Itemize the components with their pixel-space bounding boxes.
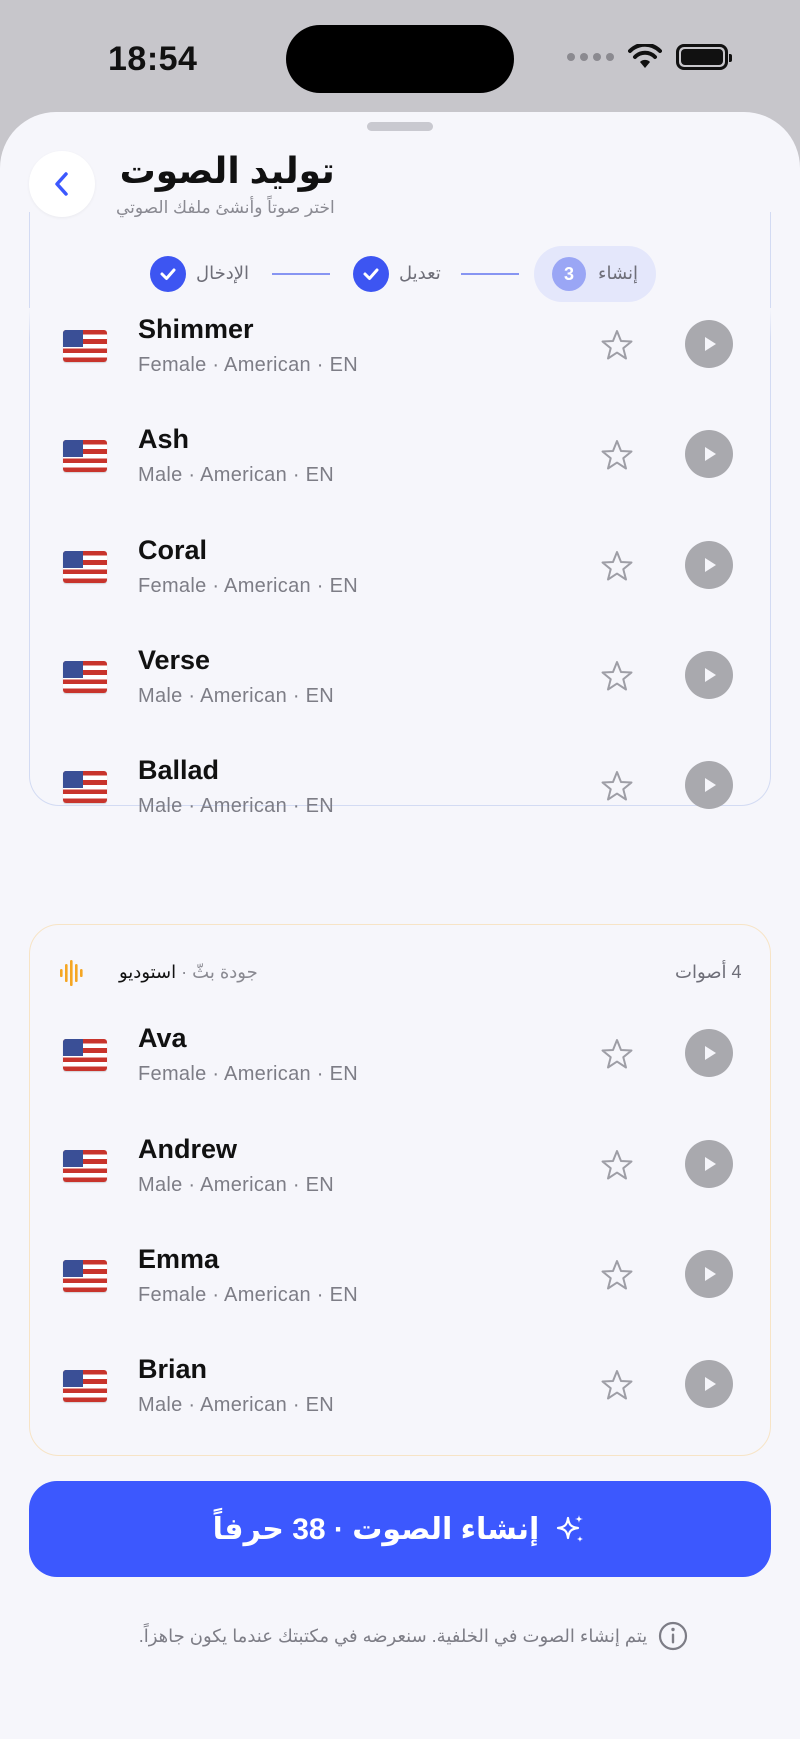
star-outline-icon[interactable] xyxy=(600,1148,634,1182)
page-title: توليد الصوت xyxy=(119,150,335,191)
play-button[interactable] xyxy=(685,430,733,478)
generate-voice-button[interactable]: إنشاء الصوت · 38 حرفاً xyxy=(29,1481,771,1577)
voice-name: Andrew xyxy=(138,1134,238,1164)
voice-meta: Male · American · EN xyxy=(138,1394,335,1416)
voice-row-ava[interactable]: Ava Female · American · EN xyxy=(29,1005,771,1115)
generate-button-label: إنشاء الصوت · 38 حرفاً xyxy=(212,1512,540,1546)
star-outline-icon[interactable] xyxy=(600,659,634,693)
play-button[interactable] xyxy=(685,761,733,809)
voice-row-shimmer[interactable]: Shimmer Female · American · EN xyxy=(29,296,771,406)
play-icon xyxy=(705,1267,716,1281)
star-outline-icon[interactable] xyxy=(600,328,634,362)
play-button[interactable] xyxy=(685,1029,733,1077)
play-button[interactable] xyxy=(685,1250,733,1298)
us-flag-icon xyxy=(63,551,107,583)
footer-note: يتم إنشاء الصوت في الخلفية. سنعرضه في مك… xyxy=(134,1616,694,1656)
voice-row-emma[interactable]: Emma Female · American · EN xyxy=(29,1226,771,1336)
voice-name: Emma xyxy=(138,1244,220,1274)
voice-count: 4 أصوات xyxy=(675,962,742,982)
us-flag-icon xyxy=(63,771,107,803)
play-button[interactable] xyxy=(685,651,733,699)
play-button[interactable] xyxy=(685,1140,733,1188)
voice-meta: Male · American · EN xyxy=(138,1174,335,1196)
play-icon xyxy=(705,558,716,572)
voice-name: Ava xyxy=(138,1023,187,1053)
us-flag-icon xyxy=(63,1150,107,1182)
play-button[interactable] xyxy=(685,1360,733,1408)
voice-row-coral[interactable]: Coral Female · American · EN xyxy=(29,517,771,627)
voice-name: Brian xyxy=(138,1354,208,1384)
star-outline-icon[interactable] xyxy=(600,549,634,583)
status-icons xyxy=(567,44,732,70)
studio-quality-label: جودة بثّ · استوديو xyxy=(119,962,258,983)
us-flag-icon xyxy=(63,1039,107,1071)
voice-meta: Female · American · EN xyxy=(138,354,358,376)
play-icon xyxy=(705,1377,716,1391)
waveform-icon xyxy=(60,960,83,986)
header: توليد الصوت اختر صوتاً وأنشئ ملفك الصوتي xyxy=(116,150,335,218)
voice-meta: Female · American · EN xyxy=(138,1284,358,1306)
voice-meta: Female · American · EN xyxy=(138,1063,358,1085)
voice-row-ballad[interactable]: Ballad Male · American · EN xyxy=(29,737,771,847)
us-flag-icon xyxy=(63,1370,107,1402)
back-button[interactable] xyxy=(29,151,95,217)
chevron-left-icon xyxy=(55,172,68,196)
play-icon xyxy=(705,668,716,682)
voice-row-andrew[interactable]: Andrew Male · American · EN xyxy=(29,1116,771,1226)
status-time: 18:54 xyxy=(108,40,198,78)
us-flag-icon xyxy=(63,661,107,693)
play-icon xyxy=(705,447,716,461)
quality-label: جودة بثّ xyxy=(192,962,258,982)
tier-label: استوديو xyxy=(119,962,177,982)
play-button[interactable] xyxy=(685,320,733,368)
star-outline-icon[interactable] xyxy=(600,769,634,803)
voice-meta: Female · American · EN xyxy=(138,575,358,597)
battery-icon xyxy=(676,44,732,70)
voice-row-verse[interactable]: Verse Male · American · EN xyxy=(29,627,771,737)
star-outline-icon[interactable] xyxy=(600,1258,634,1292)
voice-meta: Male · American · EN xyxy=(138,795,335,817)
voice-row-brian[interactable]: Brian Male · American · EN xyxy=(29,1336,771,1446)
voice-name: Ash xyxy=(138,424,190,454)
studio-group-header: 4 أصوات جودة بثّ · استوديو xyxy=(29,952,771,992)
play-icon xyxy=(705,1046,716,1060)
voice-name: Shimmer xyxy=(138,314,254,344)
dynamic-island xyxy=(286,25,514,93)
voice-name: Verse xyxy=(138,645,211,675)
info-icon xyxy=(659,1621,688,1651)
us-flag-icon xyxy=(63,1260,107,1292)
voice-meta: Male · American · EN xyxy=(138,464,335,486)
voice-generation-sheet: توليد الصوت اختر صوتاً وأنشئ ملفك الصوتي… xyxy=(0,112,800,1739)
play-icon xyxy=(705,337,716,351)
play-icon xyxy=(705,778,716,792)
star-outline-icon[interactable] xyxy=(600,1368,634,1402)
sparkles-icon xyxy=(557,1515,584,1542)
status-bar: 18:54 xyxy=(0,0,800,110)
us-flag-icon xyxy=(63,330,107,362)
sheet-grabber[interactable] xyxy=(367,122,433,131)
footer-note-text: يتم إنشاء الصوت في الخلفية. سنعرضه في مك… xyxy=(138,1625,648,1646)
play-icon xyxy=(705,1157,716,1171)
us-flag-icon xyxy=(63,440,107,472)
star-outline-icon[interactable] xyxy=(600,438,634,472)
cellular-signal-icon xyxy=(567,53,614,61)
voice-meta: Male · American · EN xyxy=(138,685,335,707)
voice-row-ash[interactable]: Ash Male · American · EN xyxy=(29,406,771,516)
voice-name: Ballad xyxy=(138,755,220,785)
star-outline-icon[interactable] xyxy=(600,1037,634,1071)
voice-name: Coral xyxy=(138,535,208,565)
play-button[interactable] xyxy=(685,541,733,589)
separator-dot: · xyxy=(176,962,188,982)
wifi-icon xyxy=(628,44,662,68)
